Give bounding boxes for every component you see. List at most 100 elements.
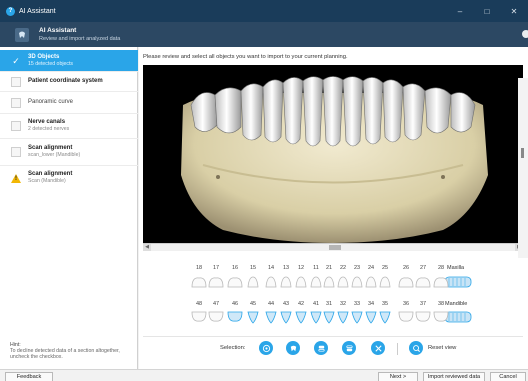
- tooth-number-16: 16: [231, 265, 239, 271]
- cancel-button[interactable]: Cancel: [490, 372, 526, 381]
- main-panel: Please review and select all objects you…: [139, 47, 528, 369]
- tooth-number-34: 34: [367, 301, 375, 307]
- sidebar-item-subtitle: Scan (Mandible): [28, 178, 66, 184]
- maxilla-tooth-24[interactable]: [365, 275, 377, 289]
- tooth-number-44: 44: [267, 301, 275, 307]
- mandible-tooth-42[interactable]: [295, 310, 307, 324]
- scroll-thumb[interactable]: [329, 245, 341, 250]
- maxilla-tooth-18[interactable]: [191, 275, 207, 289]
- tooth-number-27: 27: [419, 265, 427, 271]
- maxilla-tooth-21[interactable]: [323, 275, 335, 289]
- select-all-icon[interactable]: [259, 341, 273, 355]
- sidebar-item-subtitle: 15 detected objects: [28, 60, 73, 67]
- maximize-icon[interactable]: □: [476, 0, 498, 22]
- mandible-tooth-38[interactable]: [433, 310, 449, 324]
- sidebar-item-title: Patient coordinate system: [28, 78, 103, 84]
- warning-icon: [11, 173, 21, 183]
- select-mandible-icon[interactable]: [342, 341, 356, 355]
- checkbox[interactable]: [11, 97, 21, 108]
- maxilla-tooth-12[interactable]: [295, 275, 307, 289]
- tooth-number-47: 47: [212, 301, 220, 307]
- check-icon[interactable]: ✓: [11, 56, 21, 66]
- reset-view-icon[interactable]: [409, 341, 423, 355]
- tooth-number-45: 45: [249, 301, 257, 307]
- sidebar-item-scan-alignment-scan[interactable]: Scan alignment Scan (Mandible): [0, 166, 138, 190]
- maxilla-tooth-14[interactable]: [265, 275, 277, 289]
- tooth-number-23: 23: [353, 265, 361, 271]
- ai-assistant-icon: [15, 27, 29, 42]
- tooth-number-22: 22: [339, 265, 347, 271]
- sidebar-item-subtitle: 2 detected nerves: [28, 126, 70, 132]
- 3d-viewport[interactable]: [143, 65, 523, 251]
- header-title: AI Assistant: [39, 26, 77, 34]
- mandible-tooth-36[interactable]: [398, 310, 414, 324]
- reset-view-label[interactable]: Reset view: [428, 345, 456, 351]
- maxilla-tooth-22[interactable]: [337, 275, 349, 289]
- sidebar-item-title: Panoramic curve: [28, 99, 74, 105]
- mandible-label: Mandible: [445, 301, 468, 307]
- feedback-button[interactable]: Feedback: [5, 372, 53, 381]
- scroll-left-icon[interactable]: ◀: [143, 244, 151, 251]
- select-teeth-icon[interactable]: [286, 341, 300, 355]
- tooth-number-15: 15: [249, 265, 257, 271]
- tooth-number-35: 35: [381, 301, 389, 307]
- sidebar: ✓ 3D Objects 15 detected objects Patient…: [0, 47, 138, 369]
- mandible-tooth-37[interactable]: [415, 310, 431, 324]
- mandible-tooth-46[interactable]: [227, 310, 243, 324]
- mandible-tooth-33[interactable]: [351, 310, 363, 324]
- instruction-text: Please review and select all objects you…: [143, 54, 348, 60]
- tooth-number-13: 13: [282, 265, 290, 271]
- mandible-tooth-32[interactable]: [337, 310, 349, 324]
- mandible-tooth-34[interactable]: [365, 310, 377, 324]
- tooth-number-41: 41: [312, 301, 320, 307]
- tooth-number-12: 12: [297, 265, 305, 271]
- sidebar-item-panoramic-curve[interactable]: Panoramic curve: [0, 92, 138, 114]
- maxilla-tooth-15[interactable]: [247, 275, 259, 289]
- tooth-number-36: 36: [402, 301, 410, 307]
- import-reviewed-data-button[interactable]: Import reviewed data: [423, 372, 485, 381]
- mandible-tooth-45[interactable]: [247, 310, 259, 324]
- mandible-tooth-31[interactable]: [323, 310, 335, 324]
- sidebar-item-3d-objects[interactable]: ✓ 3D Objects 15 detected objects: [0, 50, 138, 72]
- horizontal-scrollbar[interactable]: ◀ ▶: [143, 243, 523, 251]
- tooth-number-38: 38: [437, 301, 445, 307]
- maxilla-tooth-23[interactable]: [351, 275, 363, 289]
- mandible-tooth-48[interactable]: [191, 310, 207, 324]
- title-bar: ? AI Assistant – □ ✕: [0, 0, 528, 22]
- mandible-tooth-43[interactable]: [280, 310, 292, 324]
- close-icon[interactable]: ✕: [503, 0, 525, 22]
- deselect-icon[interactable]: [371, 341, 385, 355]
- tooth-number-28: 28: [437, 265, 445, 271]
- maxilla-tooth-26[interactable]: [398, 275, 414, 289]
- tooth-number-17: 17: [212, 265, 220, 271]
- sidebar-item-scan-alignment-lower[interactable]: Scan alignment scan_lower (Mandible): [0, 139, 138, 166]
- toolbar-divider: [397, 343, 398, 355]
- maxilla-tooth-28[interactable]: [433, 275, 449, 289]
- maxilla-tooth-27[interactable]: [415, 275, 431, 289]
- tooth-number-48: 48: [195, 301, 203, 307]
- mandible-tooth-41[interactable]: [310, 310, 322, 324]
- selection-toolbar: Selection: Reset view: [143, 336, 523, 358]
- mandible-tooth-47[interactable]: [208, 310, 224, 324]
- tooth-number-37: 37: [419, 301, 427, 307]
- select-maxilla-icon[interactable]: [314, 341, 328, 355]
- minimize-icon[interactable]: –: [449, 0, 471, 22]
- maxilla-tooth-16[interactable]: [227, 275, 243, 289]
- sidebar-item-patient-coordinate-system[interactable]: Patient coordinate system: [0, 72, 138, 92]
- vertical-scrollbar[interactable]: [518, 78, 528, 258]
- scroll-thumb[interactable]: [521, 148, 524, 158]
- checkbox[interactable]: [11, 76, 21, 87]
- sidebar-item-nerve-canals[interactable]: Nerve canals 2 detected nerves: [0, 114, 138, 139]
- next-button[interactable]: Next >: [378, 372, 418, 381]
- maxilla-tooth-13[interactable]: [280, 275, 292, 289]
- maxilla-tooth-25[interactable]: [379, 275, 391, 289]
- header-toggle-icon[interactable]: [522, 30, 528, 38]
- tooth-number-46: 46: [231, 301, 239, 307]
- tooth-number-14: 14: [267, 265, 275, 271]
- maxilla-tooth-11[interactable]: [310, 275, 322, 289]
- mandible-tooth-44[interactable]: [265, 310, 277, 324]
- mandible-tooth-35[interactable]: [379, 310, 391, 324]
- checkbox[interactable]: [11, 121, 21, 131]
- maxilla-tooth-17[interactable]: [208, 275, 224, 289]
- checkbox[interactable]: [11, 147, 21, 157]
